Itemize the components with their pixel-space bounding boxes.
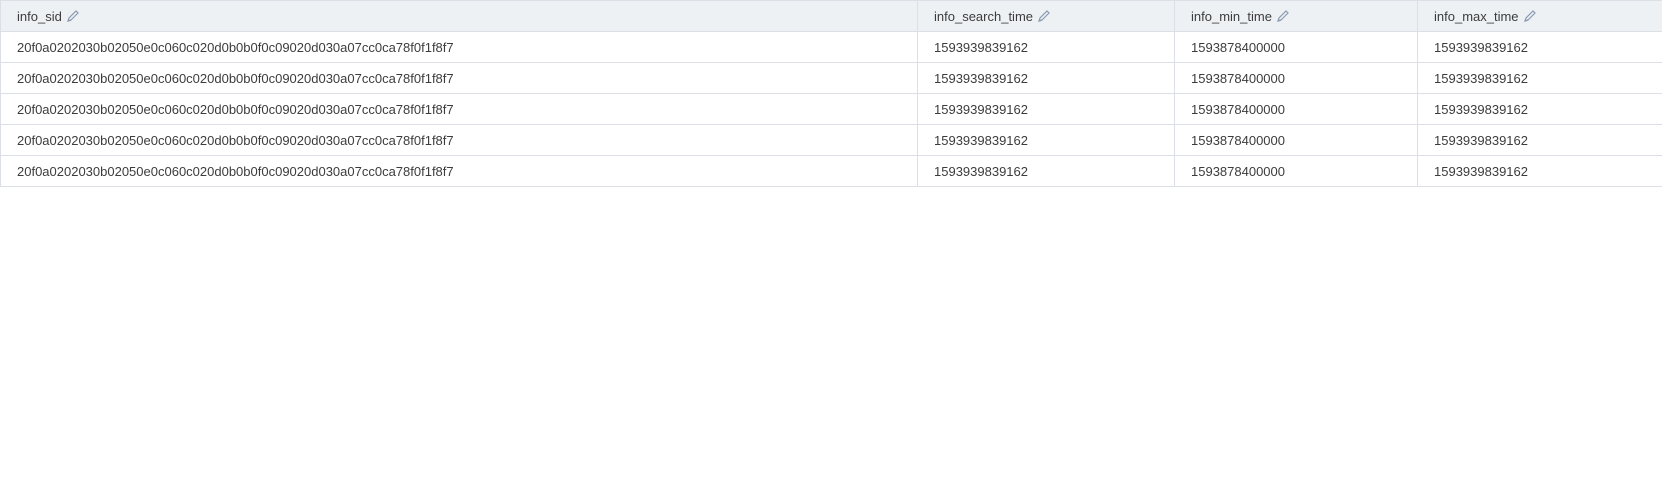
column-header-label: info_search_time [934,8,1033,24]
data-table: info_sid info_search_time info_min_time [0,0,1662,187]
cell-info-search-time[interactable]: 1593939839162 [917,124,1175,156]
cell-info-sid[interactable]: 20f0a0202030b02050e0c060c020d0b0b0f0c090… [0,93,918,125]
cell-info-max-time[interactable]: 1593939839162 [1417,62,1662,94]
cell-info-search-time[interactable]: 1593939839162 [917,31,1175,63]
column-header-info-sid[interactable]: info_sid [0,0,918,32]
edit-icon[interactable] [1276,9,1290,23]
table-header-row: info_sid info_search_time info_min_time [0,0,1662,32]
cell-info-max-time[interactable]: 1593939839162 [1417,31,1662,63]
cell-info-sid[interactable]: 20f0a0202030b02050e0c060c020d0b0b0f0c090… [0,124,918,156]
table-row[interactable]: 20f0a0202030b02050e0c060c020d0b0b0f0c090… [0,31,1662,63]
cell-info-min-time[interactable]: 1593878400000 [1174,62,1418,94]
cell-info-sid[interactable]: 20f0a0202030b02050e0c060c020d0b0b0f0c090… [0,155,918,187]
edit-icon[interactable] [66,9,80,23]
cell-info-min-time[interactable]: 1593878400000 [1174,155,1418,187]
column-header-label: info_min_time [1191,8,1272,24]
cell-info-max-time[interactable]: 1593939839162 [1417,93,1662,125]
cell-info-search-time[interactable]: 1593939839162 [917,62,1175,94]
column-header-label: info_sid [17,8,62,24]
column-header-info-search-time[interactable]: info_search_time [917,0,1175,32]
table-row[interactable]: 20f0a0202030b02050e0c060c020d0b0b0f0c090… [0,124,1662,156]
table-row[interactable]: 20f0a0202030b02050e0c060c020d0b0b0f0c090… [0,62,1662,94]
cell-info-sid[interactable]: 20f0a0202030b02050e0c060c020d0b0b0f0c090… [0,62,918,94]
cell-info-max-time[interactable]: 1593939839162 [1417,124,1662,156]
cell-info-min-time[interactable]: 1593878400000 [1174,124,1418,156]
table-row[interactable]: 20f0a0202030b02050e0c060c020d0b0b0f0c090… [0,93,1662,125]
cell-info-search-time[interactable]: 1593939839162 [917,93,1175,125]
cell-info-sid[interactable]: 20f0a0202030b02050e0c060c020d0b0b0f0c090… [0,31,918,63]
column-header-info-max-time[interactable]: info_max_time [1417,0,1662,32]
cell-info-max-time[interactable]: 1593939839162 [1417,155,1662,187]
edit-icon[interactable] [1523,9,1537,23]
column-header-label: info_max_time [1434,8,1519,24]
cell-info-min-time[interactable]: 1593878400000 [1174,31,1418,63]
table-row[interactable]: 20f0a0202030b02050e0c060c020d0b0b0f0c090… [0,155,1662,187]
column-header-info-min-time[interactable]: info_min_time [1174,0,1418,32]
edit-icon[interactable] [1037,9,1051,23]
cell-info-min-time[interactable]: 1593878400000 [1174,93,1418,125]
cell-info-search-time[interactable]: 1593939839162 [917,155,1175,187]
